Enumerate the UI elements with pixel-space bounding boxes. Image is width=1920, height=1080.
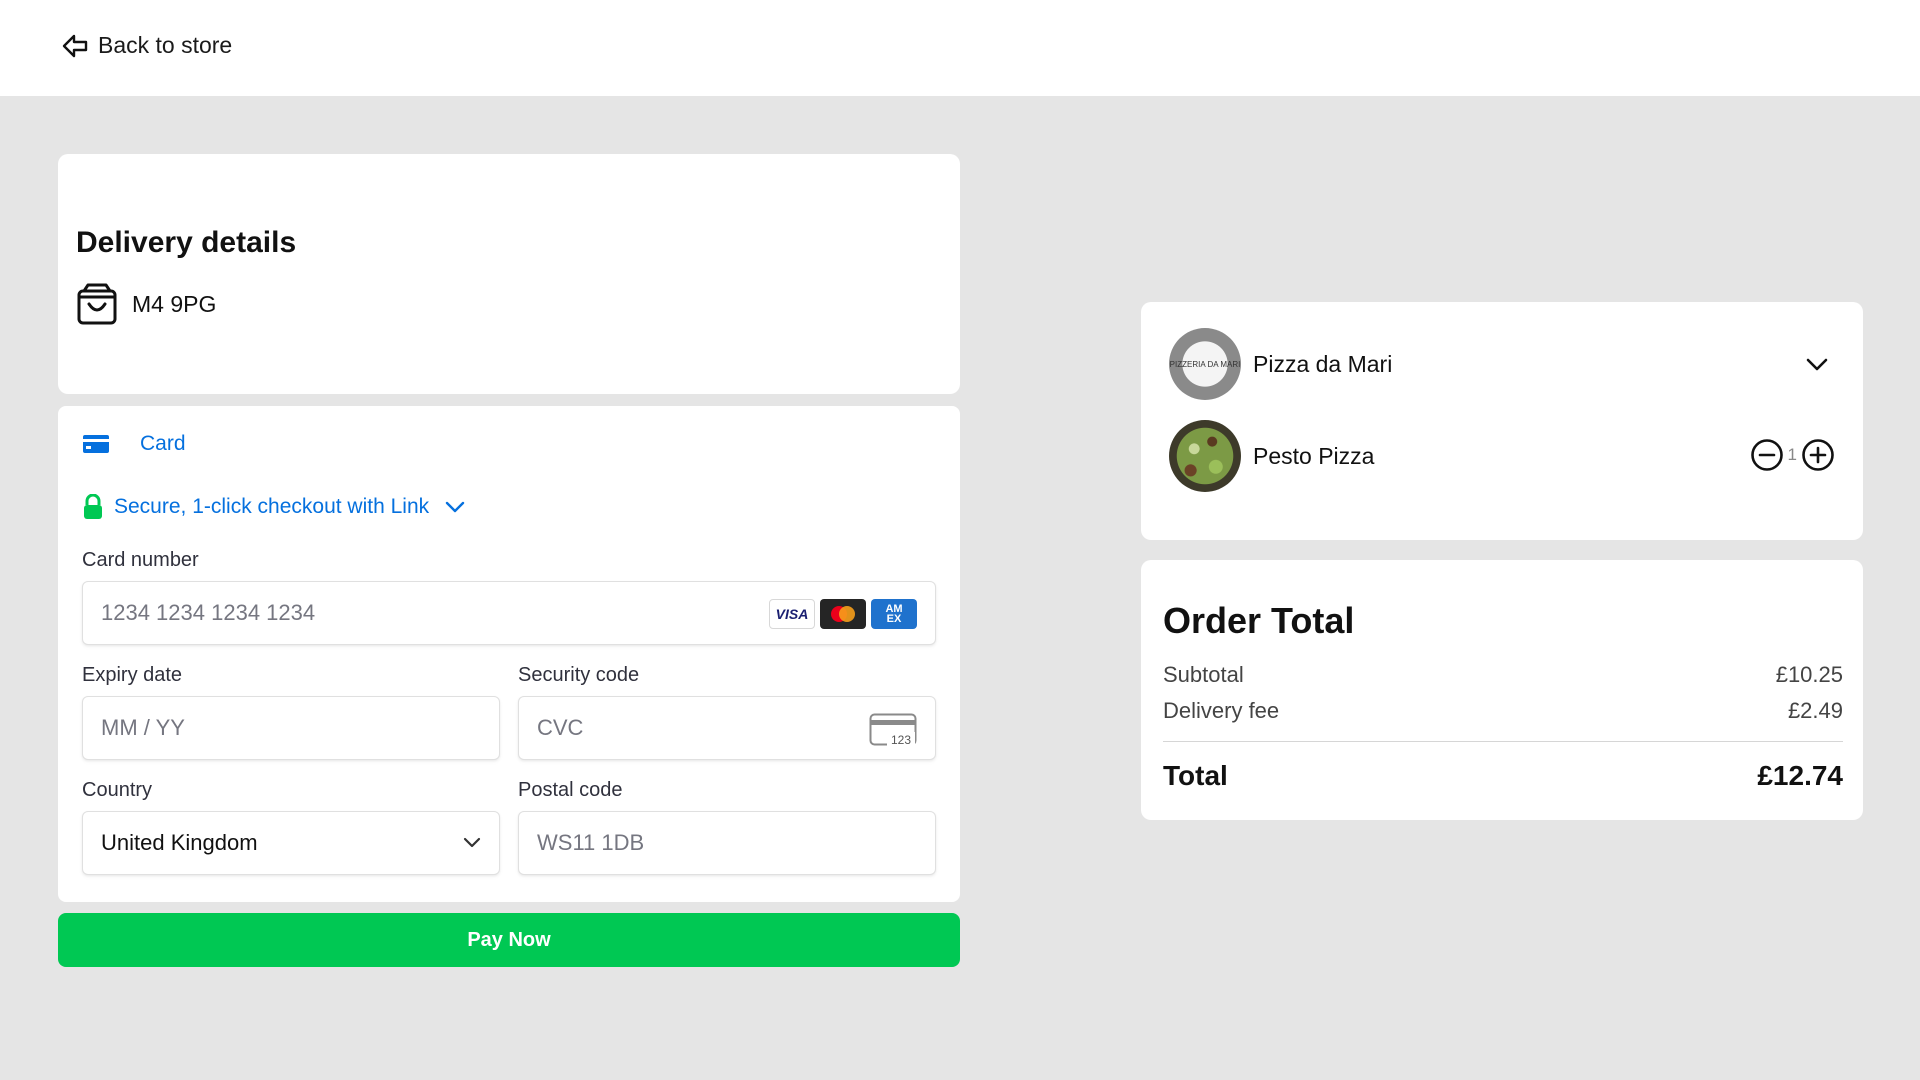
delivery-fee-label: Delivery fee bbox=[1163, 698, 1280, 723]
totals-divider bbox=[1163, 741, 1843, 742]
payment-method-label: Card bbox=[140, 432, 186, 455]
amex-icon: AM EX bbox=[871, 599, 917, 629]
card-brands: VISA AM EX bbox=[769, 599, 917, 629]
pay-now-button[interactable]: Pay Now bbox=[58, 913, 960, 967]
payment-form: Card Secure, 1-click checkout with Link … bbox=[58, 406, 960, 902]
total-value: £12.74 bbox=[1757, 760, 1843, 791]
country-value: United Kingdom bbox=[101, 830, 258, 855]
back-to-store-label: Back to store bbox=[98, 32, 233, 58]
store-logo-text: PIZZERIA DA MARI bbox=[1169, 359, 1241, 369]
delivery-details-card: Delivery details M4 9PG bbox=[58, 154, 960, 394]
delivery-address: M4 9PG bbox=[76, 282, 216, 326]
back-arrow-icon bbox=[62, 34, 88, 57]
store-logo: PIZZERIA DA MARI bbox=[1169, 328, 1241, 400]
expiry-date-input[interactable]: MM / YY bbox=[82, 696, 500, 760]
cart-summary-card: PIZZERIA DA MARI Pizza da Mari Pesto Piz… bbox=[1141, 302, 1863, 540]
delivery-details-title: Delivery details bbox=[76, 226, 297, 259]
expiry-date-label: Expiry date bbox=[82, 664, 183, 686]
order-total-heading: Order Total bbox=[1163, 600, 1355, 641]
postal-code-input[interactable]: WS11 1DB bbox=[518, 811, 936, 875]
link-checkout-toggle[interactable]: Secure, 1-click checkout with Link bbox=[82, 494, 465, 520]
cvc-icon-text: 123 bbox=[891, 733, 911, 747]
mastercard-icon bbox=[820, 599, 866, 629]
chevron-down-icon[interactable] bbox=[1805, 357, 1829, 373]
subtotal-value: £10.25 bbox=[1775, 662, 1843, 687]
pesto-pizza-image bbox=[1169, 420, 1241, 492]
security-code-label: Security code bbox=[518, 664, 640, 686]
link-checkout-text: Secure, 1-click checkout with Link bbox=[114, 495, 430, 518]
security-code-input[interactable]: CVC 123 bbox=[518, 696, 936, 760]
country-label: Country bbox=[82, 779, 153, 801]
lock-icon bbox=[84, 494, 102, 519]
total-label: Total bbox=[1163, 760, 1228, 791]
country-select[interactable]: United Kingdom bbox=[82, 811, 500, 875]
security-code-placeholder: CVC bbox=[537, 715, 584, 740]
store-row: PIZZERIA DA MARI Pizza da Mari bbox=[1169, 328, 1392, 400]
card-number-placeholder: 1234 1234 1234 1234 bbox=[101, 600, 316, 625]
chevron-down-icon bbox=[463, 837, 481, 848]
back-to-store-link[interactable]: Back to store bbox=[62, 32, 232, 59]
credit-card-icon bbox=[83, 435, 109, 453]
subtotal-label: Subtotal bbox=[1163, 662, 1244, 687]
minus-circle-icon[interactable] bbox=[1750, 438, 1784, 472]
postal-code-placeholder: WS11 1DB bbox=[537, 830, 645, 855]
payment-method-tab-card[interactable]: Card bbox=[82, 432, 186, 456]
cart-item: Pesto Pizza bbox=[1169, 420, 1374, 492]
delivery-postcode: M4 9PG bbox=[132, 290, 217, 317]
shopping-bag-icon bbox=[77, 283, 117, 325]
quantity-value: 1 bbox=[1787, 445, 1797, 464]
card-number-input[interactable]: 1234 1234 1234 1234 VISA AM EX bbox=[82, 581, 936, 645]
postal-code-label: Postal code bbox=[518, 779, 623, 801]
chevron-down-icon bbox=[445, 501, 465, 513]
store-name: Pizza da Mari bbox=[1253, 350, 1393, 377]
total-row: Total £12.74 bbox=[1163, 760, 1843, 792]
delivery-fee-row: Delivery fee £2.49 bbox=[1163, 698, 1843, 724]
order-total-card: Order Total Subtotal £10.25 Delivery fee… bbox=[1141, 560, 1863, 820]
cart-item-name: Pesto Pizza bbox=[1253, 442, 1375, 469]
visa-icon: VISA bbox=[769, 599, 815, 629]
expiry-date-placeholder: MM / YY bbox=[101, 715, 185, 740]
card-cvc-icon: 123 bbox=[869, 713, 917, 747]
quantity-stepper: 1 bbox=[1750, 438, 1835, 472]
plus-circle-icon[interactable] bbox=[1801, 438, 1835, 472]
card-number-label: Card number bbox=[82, 549, 199, 571]
top-bar: Back to store bbox=[0, 0, 1920, 96]
subtotal-row: Subtotal £10.25 bbox=[1163, 662, 1843, 688]
delivery-fee-value: £2.49 bbox=[1787, 698, 1843, 723]
